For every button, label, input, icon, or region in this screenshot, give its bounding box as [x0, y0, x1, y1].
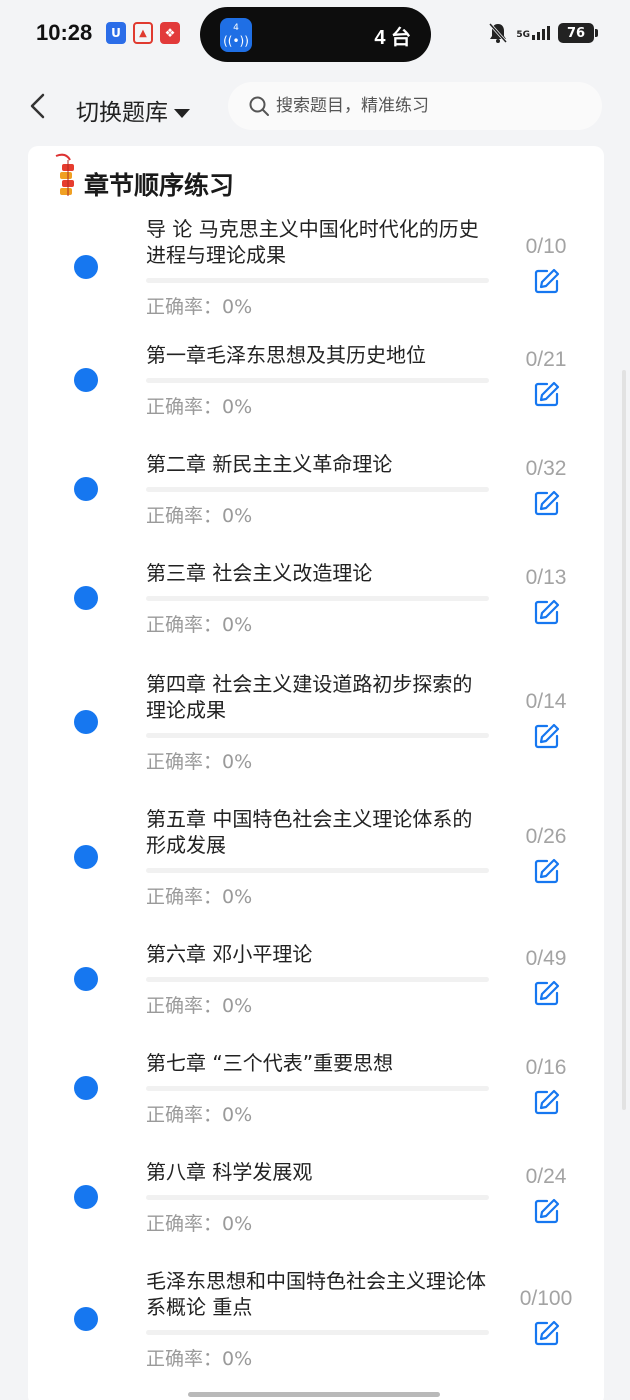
chapter-progress-count: 0/14	[525, 690, 567, 713]
chapter-progress-count: 0/13	[525, 566, 567, 589]
edit-icon[interactable]	[533, 1319, 561, 1347]
chapter-status-dot	[74, 255, 98, 279]
chapter-progress-bar	[146, 278, 489, 283]
chapter-progress-bar	[146, 1086, 489, 1091]
edit-icon[interactable]	[533, 267, 561, 295]
status-bar: 10:28 U ▲ ❖ 4 ((•)) 4 台 5G 76	[0, 0, 630, 68]
chapter-accuracy: 正确率：0%	[146, 995, 253, 1017]
edit-icon[interactable]	[533, 857, 561, 885]
notification-icons: U ▲ ❖	[106, 22, 180, 44]
section-title: 章节顺序练习	[84, 171, 235, 200]
search-box[interactable]	[228, 82, 602, 130]
caret-down-icon	[174, 109, 190, 118]
chapter-status-dot	[74, 368, 98, 392]
chapter-accuracy: 正确率：0%	[146, 505, 253, 527]
chapter-progress-count: 0/32	[525, 457, 567, 480]
edit-icon[interactable]	[533, 1197, 561, 1225]
chapter-accuracy: 正确率：0%	[146, 751, 253, 773]
island-text: 4 台	[374, 27, 411, 49]
search-input[interactable]	[276, 96, 576, 116]
chapter-accuracy: 正确率：0%	[146, 296, 253, 318]
chapter-status-dot	[74, 1076, 98, 1100]
edit-icon[interactable]	[533, 380, 561, 408]
app-notification-icon: ❖	[160, 22, 180, 44]
chapter-progress-count: 0/21	[525, 348, 567, 371]
chapter-status-dot	[74, 845, 98, 869]
switch-bank-label: 切换题库	[76, 100, 168, 126]
bell-muted-icon	[489, 23, 508, 43]
chapter-progress-count: 0/100	[519, 1287, 573, 1310]
chapter-title: 毛泽东思想和中国特色社会主义理论体系概论 重点	[146, 1269, 486, 1319]
chapter-accuracy: 正确率：0%	[146, 1104, 253, 1126]
app-notification-icon: U	[106, 22, 126, 44]
chapter-progress-bar	[146, 868, 489, 873]
chapter-accuracy: 正确率：0%	[146, 1213, 253, 1235]
chapter-progress-bar	[146, 378, 489, 383]
chapter-progress-count: 0/24	[525, 1165, 567, 1188]
app-notification-icon: ▲	[133, 22, 153, 44]
chapter-title: 第二章 新民主主义革命理论	[146, 452, 393, 476]
dynamic-island[interactable]: 4 ((•)) 4 台	[200, 7, 431, 62]
chapter-progress-bar	[146, 977, 489, 982]
chapter-progress-count: 0/16	[525, 1056, 567, 1079]
chapter-progress-count: 0/26	[525, 825, 567, 848]
chapter-accuracy: 正确率：0%	[146, 614, 253, 636]
chapter-practice-card: 章节顺序练习 导 论 马克思主义中国化时代化的历史进程与理论成果正确率：0% 0/…	[28, 146, 604, 1400]
edit-icon[interactable]	[533, 489, 561, 517]
back-button[interactable]	[28, 92, 46, 126]
chapter-title: 第五章 中国特色社会主义理论体系的形成发展	[146, 807, 473, 857]
edit-icon[interactable]	[533, 722, 561, 750]
broadcast-icon: 4 ((•))	[220, 18, 252, 52]
chapter-progress-bar	[146, 487, 489, 492]
top-nav: 切换题库	[0, 68, 630, 146]
chapter-title: 第八章 科学发展观	[146, 1160, 313, 1184]
chapter-progress-count: 0/49	[525, 947, 567, 970]
status-time: 10:28	[36, 20, 93, 45]
chapter-status-dot	[74, 586, 98, 610]
edit-icon[interactable]	[533, 1088, 561, 1116]
chapter-accuracy: 正确率：0%	[146, 1348, 253, 1370]
switch-bank-dropdown[interactable]: 切换题库	[76, 93, 190, 127]
firecracker-icon	[55, 153, 74, 196]
chapter-progress-bar	[146, 1195, 489, 1200]
chapter-title: 第一章毛泽东思想及其历史地位	[146, 343, 426, 367]
chapter-progress-count: 0/10	[525, 235, 567, 258]
edit-icon[interactable]	[533, 598, 561, 626]
system-icons: 5G 76	[488, 22, 598, 44]
chevron-left-icon	[30, 93, 45, 119]
chapter-progress-bar	[146, 733, 489, 738]
chapter-accuracy: 正确率：0%	[146, 396, 253, 418]
edit-icon[interactable]	[533, 979, 561, 1007]
chapter-status-dot	[74, 710, 98, 734]
chapter-status-dot	[74, 1307, 98, 1331]
chapter-progress-bar	[146, 1330, 489, 1335]
chapter-title: 第四章 社会主义建设道路初步探索的理论成果	[146, 672, 473, 722]
chapter-title: 第六章 邓小平理论	[146, 942, 313, 966]
chapter-accuracy: 正确率：0%	[146, 886, 253, 908]
chapter-title: 第三章 社会主义改造理论	[146, 561, 373, 585]
scrollbar[interactable]	[622, 370, 626, 1110]
chapter-title: 第七章 “三个代表”重要思想	[146, 1051, 394, 1075]
signal-icon: 5G	[516, 26, 550, 40]
search-icon	[249, 96, 269, 116]
chapter-status-dot	[74, 477, 98, 501]
battery-icon: 76	[558, 23, 598, 43]
chapter-status-dot	[74, 1185, 98, 1209]
chapter-progress-bar	[146, 596, 489, 601]
chapter-title: 导 论 马克思主义中国化时代化的历史进程与理论成果	[146, 217, 479, 267]
chapter-status-dot	[74, 967, 98, 991]
home-indicator[interactable]	[188, 1392, 440, 1397]
